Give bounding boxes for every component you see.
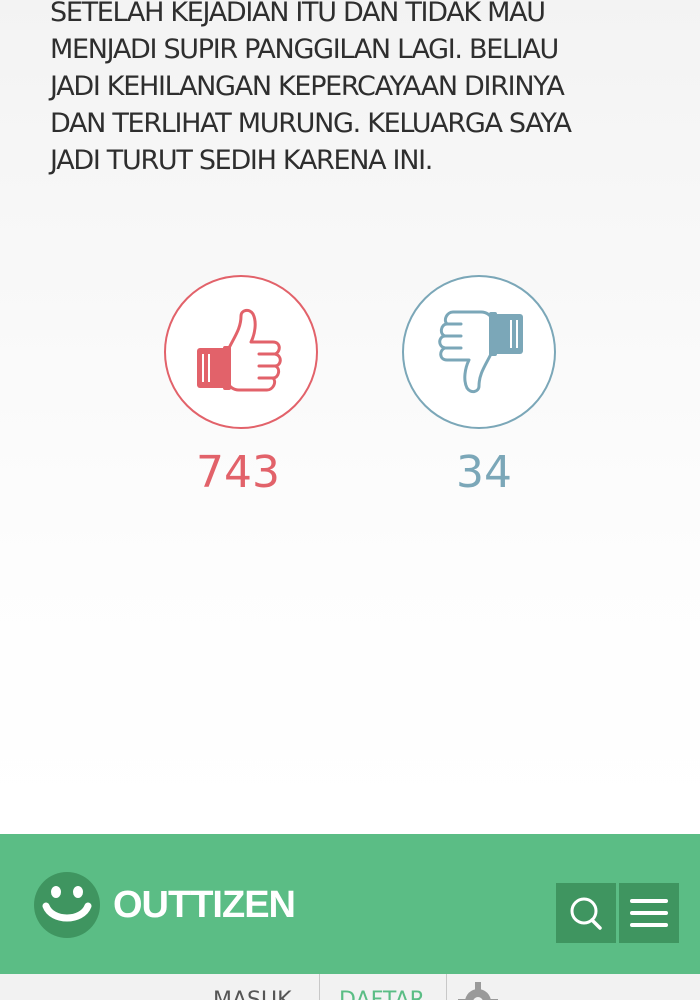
- story-line: JADI KEHILANGAN KEPERCAYAAN DIRINYA: [50, 71, 565, 102]
- divider: [446, 974, 447, 1000]
- like-count: 743: [196, 447, 280, 498]
- smiley-logo-icon[interactable]: [34, 872, 100, 938]
- thumbs-up-icon: [197, 308, 282, 392]
- bottom-nav: MASUK DAFTAR: [0, 974, 700, 1000]
- like-vote: 743: [164, 275, 318, 499]
- story-line: JADI TURUT SEDIH KARENA INI.: [50, 145, 433, 176]
- dislike-count: 34: [456, 447, 512, 498]
- story-text: SETELAH KEJADIAN ITU DAN TIDAK MAU MENJA…: [50, 0, 650, 179]
- gear-icon[interactable]: [458, 982, 498, 1000]
- login-link[interactable]: MASUK: [213, 988, 292, 1000]
- dislike-button[interactable]: [402, 275, 556, 429]
- search-icon: [570, 897, 602, 930]
- footer-bar: OUTTIZEN: [0, 834, 700, 974]
- brand-name[interactable]: OUTTIZEN: [113, 882, 296, 928]
- divider: [319, 974, 320, 1000]
- register-link[interactable]: DAFTAR: [339, 988, 425, 1000]
- story-line: SETELAH KEJADIAN ITU DAN TIDAK MAU: [50, 0, 546, 28]
- thumbs-down-icon: [438, 310, 523, 394]
- story-line: DAN TERLIHAT MURUNG. KELUARGA SAYA: [50, 108, 572, 139]
- like-button[interactable]: [164, 275, 318, 429]
- story-line: MENJADI SUPIR PANGGILAN LAGI. BELIAU: [50, 34, 559, 65]
- search-button[interactable]: [556, 883, 616, 943]
- dislike-vote: 34: [402, 275, 556, 499]
- hamburger-menu-icon: [630, 899, 668, 927]
- menu-button[interactable]: [619, 883, 679, 943]
